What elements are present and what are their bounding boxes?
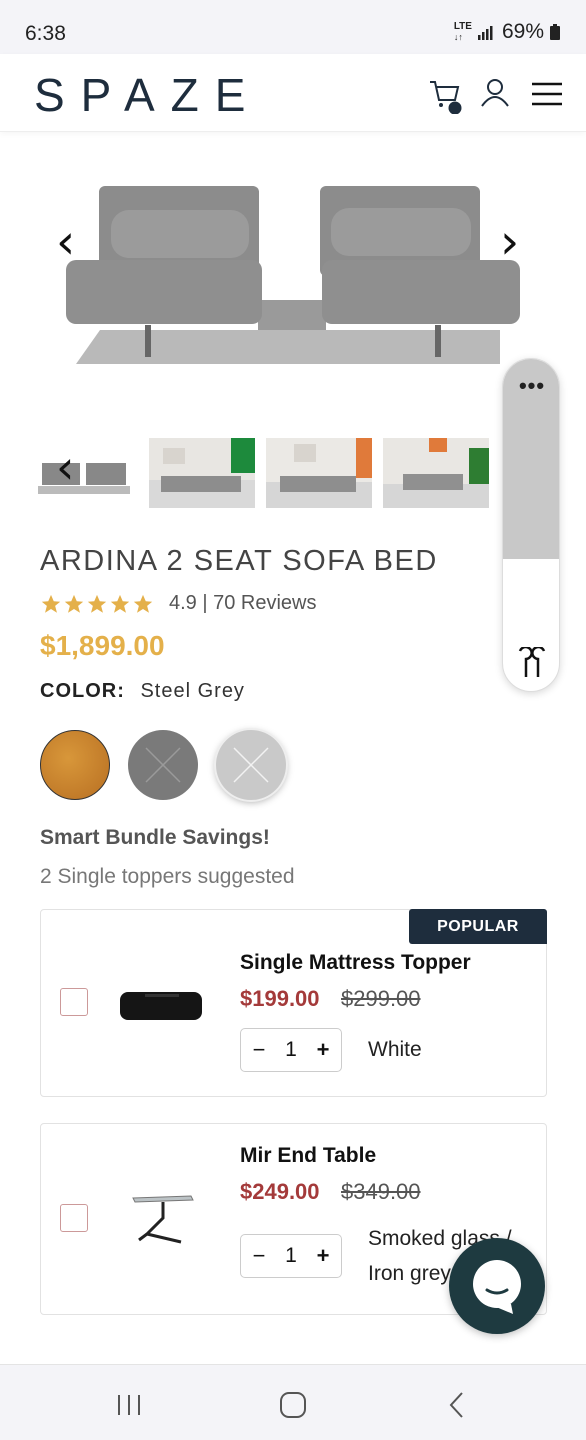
- bundle-item-checkbox[interactable]: [60, 988, 88, 1016]
- network-icon: LTE ↓↑: [453, 21, 472, 43]
- product-price: $1,899.00: [40, 630, 165, 661]
- star-icon: [133, 594, 153, 613]
- sale-price: $199.00: [240, 986, 320, 1011]
- status-bar: 6:38 LTE ↓↑ 69%: [0, 0, 586, 54]
- mattress-topper-image: [120, 992, 202, 1020]
- thumbnail-1[interactable]: [38, 438, 144, 508]
- spaze-logo[interactable]: SPAZE: [34, 68, 261, 122]
- product-name[interactable]: Mir End Table: [240, 1144, 376, 1168]
- end-table-image: [132, 1195, 194, 1244]
- swatch-orange[interactable]: [40, 730, 110, 800]
- chat-button[interactable]: [449, 1238, 545, 1334]
- home-icon[interactable]: [278, 1383, 308, 1423]
- swatch-steel-grey-selected[interactable]: [216, 730, 286, 800]
- product-image-carousel[interactable]: ‹ ›: [0, 150, 586, 410]
- sofa-image: [66, 186, 520, 364]
- quantity-value[interactable]: 1: [285, 1244, 297, 1268]
- original-price: $299.00: [341, 986, 421, 1011]
- site-header: SPAZE: [0, 54, 586, 132]
- product-rating[interactable]: 4.9 | 70 Reviews: [40, 592, 317, 615]
- bundle-title: Smart Bundle Savings!: [40, 826, 270, 849]
- original-price: $349.00: [341, 1179, 421, 1204]
- color-value: Steel Grey: [140, 680, 245, 702]
- cart-icon[interactable]: [428, 74, 462, 114]
- quantity-stepper: − 1 +: [240, 1234, 342, 1278]
- status-right: LTE ↓↑ 69%: [454, 20, 560, 44]
- bundle-item-checkbox[interactable]: [60, 1204, 88, 1232]
- swatch-dark-grey[interactable]: [128, 730, 198, 800]
- increase-qty-button[interactable]: +: [315, 1037, 331, 1063]
- back-icon[interactable]: [446, 1383, 466, 1423]
- thumbnail-4[interactable]: [383, 438, 489, 508]
- color-selector-label: COLOR: Steel Grey: [40, 680, 245, 703]
- star-icon: [41, 594, 61, 613]
- star-icon: [87, 594, 107, 613]
- color-label: COLOR:: [40, 680, 125, 702]
- product-name[interactable]: Single Mattress Topper: [240, 951, 471, 975]
- thumbnail-2[interactable]: [149, 438, 255, 508]
- user-icon[interactable]: [478, 74, 512, 114]
- star-rating: [40, 593, 155, 615]
- chat-bubble-icon: [473, 1260, 521, 1314]
- bundle-item-card: POPULAR Single Mattress Topper $199.00 $…: [40, 909, 547, 1097]
- bundle-subtitle: 2 Single toppers suggested: [40, 865, 295, 888]
- prev-image-arrow[interactable]: ‹: [56, 214, 75, 270]
- decrease-qty-button[interactable]: −: [251, 1037, 267, 1063]
- battery-percent: 69%: [501, 20, 544, 43]
- earbuds-icon[interactable]: [512, 647, 552, 683]
- next-image-arrow[interactable]: ›: [500, 214, 519, 270]
- quantity-value[interactable]: 1: [285, 1038, 297, 1062]
- star-icon: [110, 594, 130, 613]
- recent-apps-icon[interactable]: [116, 1383, 142, 1423]
- status-time: 6:38: [25, 22, 66, 45]
- quantity-stepper: − 1 +: [240, 1028, 342, 1072]
- sale-price: $249.00: [240, 1179, 320, 1204]
- battery-icon: [550, 24, 560, 40]
- thumbnail-prev-arrow[interactable]: ‹: [56, 440, 74, 494]
- signal-icon: [477, 26, 493, 40]
- network-label: LTE: [453, 21, 472, 32]
- decrease-qty-button[interactable]: −: [251, 1243, 267, 1269]
- popular-badge: POPULAR: [409, 909, 547, 944]
- menu-icon[interactable]: [530, 74, 564, 114]
- more-options-icon[interactable]: •••: [503, 373, 559, 399]
- rating-text[interactable]: 4.9 | 70 Reviews: [169, 592, 317, 615]
- increase-qty-button[interactable]: +: [315, 1243, 331, 1269]
- product-title: ARDINA 2 SEAT SOFA BED: [40, 545, 438, 577]
- floating-side-widget[interactable]: •••: [502, 358, 560, 692]
- system-nav-bar: [0, 1364, 586, 1440]
- thumbnail-3[interactable]: [266, 438, 372, 508]
- star-icon: [64, 594, 84, 613]
- variant-label: White: [368, 1038, 422, 1061]
- thumbnail-strip: ‹: [38, 438, 490, 508]
